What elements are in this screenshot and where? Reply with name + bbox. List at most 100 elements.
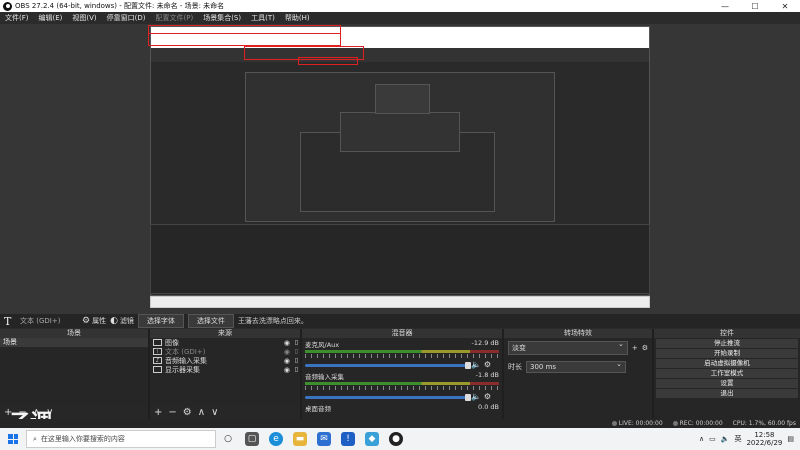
channel-name: 音频输入采集 [305,373,344,381]
exit-button[interactable]: 退出 [656,389,798,398]
menu-scene-collection[interactable]: 场景集合(S) [198,13,246,23]
eye-icon[interactable]: ◉ [284,357,290,365]
rec-indicator: REC: 00:00:00 [672,420,723,427]
menu-view[interactable]: 视图(V) [67,13,101,23]
add-transition-icon[interactable]: + [632,344,638,352]
source-item-display[interactable]: 显示器采集 ◉ ▯ [150,365,300,374]
eye-icon[interactable]: ◉ [284,366,290,374]
rec-dot-icon [672,421,678,426]
remove-source-icon[interactable]: − [168,407,176,418]
scene-item[interactable]: 场景 [0,338,148,347]
scenes-title: 场景 [0,329,148,338]
clock-time: 12:58 [754,431,775,439]
nested-preview-1 [340,112,460,152]
stop-streaming-button[interactable]: 停止推流 [656,339,798,348]
status-bar: LIVE: 00:00:00 REC: 00:00:00 CPU: 1.7%, … [0,419,800,428]
start-recording-button[interactable]: 开始录制 [656,349,798,358]
menu-file[interactable]: 文件(F) [0,13,34,23]
eye-icon[interactable]: ◉ [284,339,290,347]
channel-name: 桌面音频 [305,405,331,413]
menu-help[interactable]: 帮助(H) [280,13,315,23]
window-title: OBS 27.2.4 (64-bit, windows) - 配置文件: 未命名… [15,2,225,10]
camera-app-icon[interactable]: ▢ [245,432,259,446]
maximize-button[interactable]: ☐ [740,0,770,12]
mail-icon[interactable]: ✉ [317,432,331,446]
menu-tools[interactable]: 工具(T) [246,13,280,23]
lock-icon[interactable]: ▯ [295,357,298,364]
gear-icon[interactable]: ⚙ [484,360,491,369]
clock-date: 2022/6/29 [746,439,783,447]
edge-browser-icon[interactable]: e [269,432,283,446]
nested-preview-0 [375,84,430,114]
speaker-icon[interactable]: 🔈 [721,435,730,443]
live-time: LIVE: 00:00:00 [618,420,663,427]
studio-mode-button[interactable]: 工作室模式 [656,369,798,378]
scenes-list: 场景 [0,338,148,406]
volume-slider[interactable] [305,393,471,401]
preview-canvas[interactable] [0,24,800,314]
duration-label: 时长 [508,363,522,371]
lock-icon[interactable]: ▯ [295,348,298,355]
close-button[interactable]: ✕ [770,0,800,12]
cpu-fps: CPU: 1.7%, 60.00 fps [732,420,796,427]
properties-label: 属性 [92,317,107,325]
volume-slider[interactable] [305,361,471,369]
speaker-icon[interactable]: 🔈 [471,360,481,369]
sources-footer: + − ⚙ ∧ ∨ [150,406,300,419]
menu-docks[interactable]: 停靠窗口(D) [102,13,151,23]
filters-button[interactable]: ◐ 滤镜 [110,316,134,326]
properties-button[interactable]: ⚙ 属性 [82,316,106,326]
taskbar-search[interactable]: ⌕ 在这里输入你要搜索的内容 [26,430,216,448]
notification-icon[interactable]: ▤ [787,435,794,443]
add-source-icon[interactable]: + [154,407,162,418]
text-icon: T [153,348,162,355]
menu-edit[interactable]: 编辑(E) [34,13,68,23]
selection-box-2 [148,25,341,46]
transition-type-select[interactable]: 淡变 [508,340,628,355]
file-explorer-icon[interactable]: ▬ [293,432,307,446]
text-value-field[interactable]: 王藩去洗漂略点回来。 [238,316,800,326]
move-down-icon[interactable]: ∨ [211,407,218,418]
select-file-button[interactable]: 选择文件 [187,314,234,328]
filters-label: 滤镜 [119,317,134,325]
slider-knob[interactable] [464,361,471,369]
select-font-button[interactable]: 选择字体 [137,314,184,328]
image-icon [153,339,162,346]
lock-icon[interactable]: ▯ [295,366,298,373]
channel-name: 麦克风/Aux [305,341,340,349]
sources-list: 图像 ◉ ▯ T 文本 (GDI+) ◉ ▯ ♪ 音频输入采集 ◉ ▯ 显示器采集 ◉ ▯ [150,338,300,406]
minimize-button[interactable]: — [710,0,740,12]
mixer-channel-mic: 麦克风/Aux -12.9 dB 🔈 ⚙ [302,338,502,370]
slider-knob[interactable] [464,393,471,401]
speaker-icon[interactable]: 🔈 [471,392,481,401]
transition-settings-icon[interactable]: ⚙ [642,344,648,352]
app-icon-blue[interactable]: ! [341,432,355,446]
input-language[interactable]: 英 [734,434,741,444]
move-up-icon[interactable]: ∧ [198,407,205,418]
docks-area: 场景 场景 + − ∧ ∨ 来源 图像 ◉ ▯ T 文本 (GDI+) ◉ ▯ ♪ 音频输入… [0,329,800,419]
volume-meter [305,350,499,353]
task-view-icon[interactable]: ○ [221,432,235,446]
network-icon[interactable]: ▭ [709,435,716,443]
channel-level: -12.9 dB [471,339,499,347]
chevron-up-icon[interactable]: ∧ [699,435,704,443]
sources-dock: 来源 图像 ◉ ▯ T 文本 (GDI+) ◉ ▯ ♪ 音频输入采集 ◉ ▯ 显示器采集 ◉ ▯ +… [150,329,300,419]
gear-icon: ⚙ [82,316,91,326]
mixer-channels: 麦克风/Aux -12.9 dB 🔈 ⚙ 音频输入采集 -1.8 dB 🔈 ⚙ 桌面音频… [302,338,502,419]
app-icon-teal[interactable]: ◆ [365,432,379,446]
nested-docks [150,224,650,294]
taskbar-clock[interactable]: 12:58 2022/6/29 [746,431,782,447]
mixer-title: 混音器 [302,329,502,338]
menu-profile[interactable]: 配置文件(P) [151,13,199,23]
source-settings-icon[interactable]: ⚙ [183,407,192,418]
obs-taskbar-icon[interactable]: ● [389,432,403,446]
settings-button[interactable]: 设置 [656,379,798,388]
eye-icon[interactable]: ◉ [284,348,290,356]
start-virtual-camera-button[interactable]: 启动虚拟摄像机 [656,359,798,368]
transitions-title: 转场特效 [504,329,652,338]
gear-icon[interactable]: ⚙ [484,392,491,401]
lock-icon[interactable]: ▯ [295,339,298,346]
windows-start-icon[interactable] [8,434,18,444]
duration-input[interactable]: 300 ms [526,360,626,373]
window-titlebar: OBS 27.2.4 (64-bit, windows) - 配置文件: 未命名… [0,0,800,12]
